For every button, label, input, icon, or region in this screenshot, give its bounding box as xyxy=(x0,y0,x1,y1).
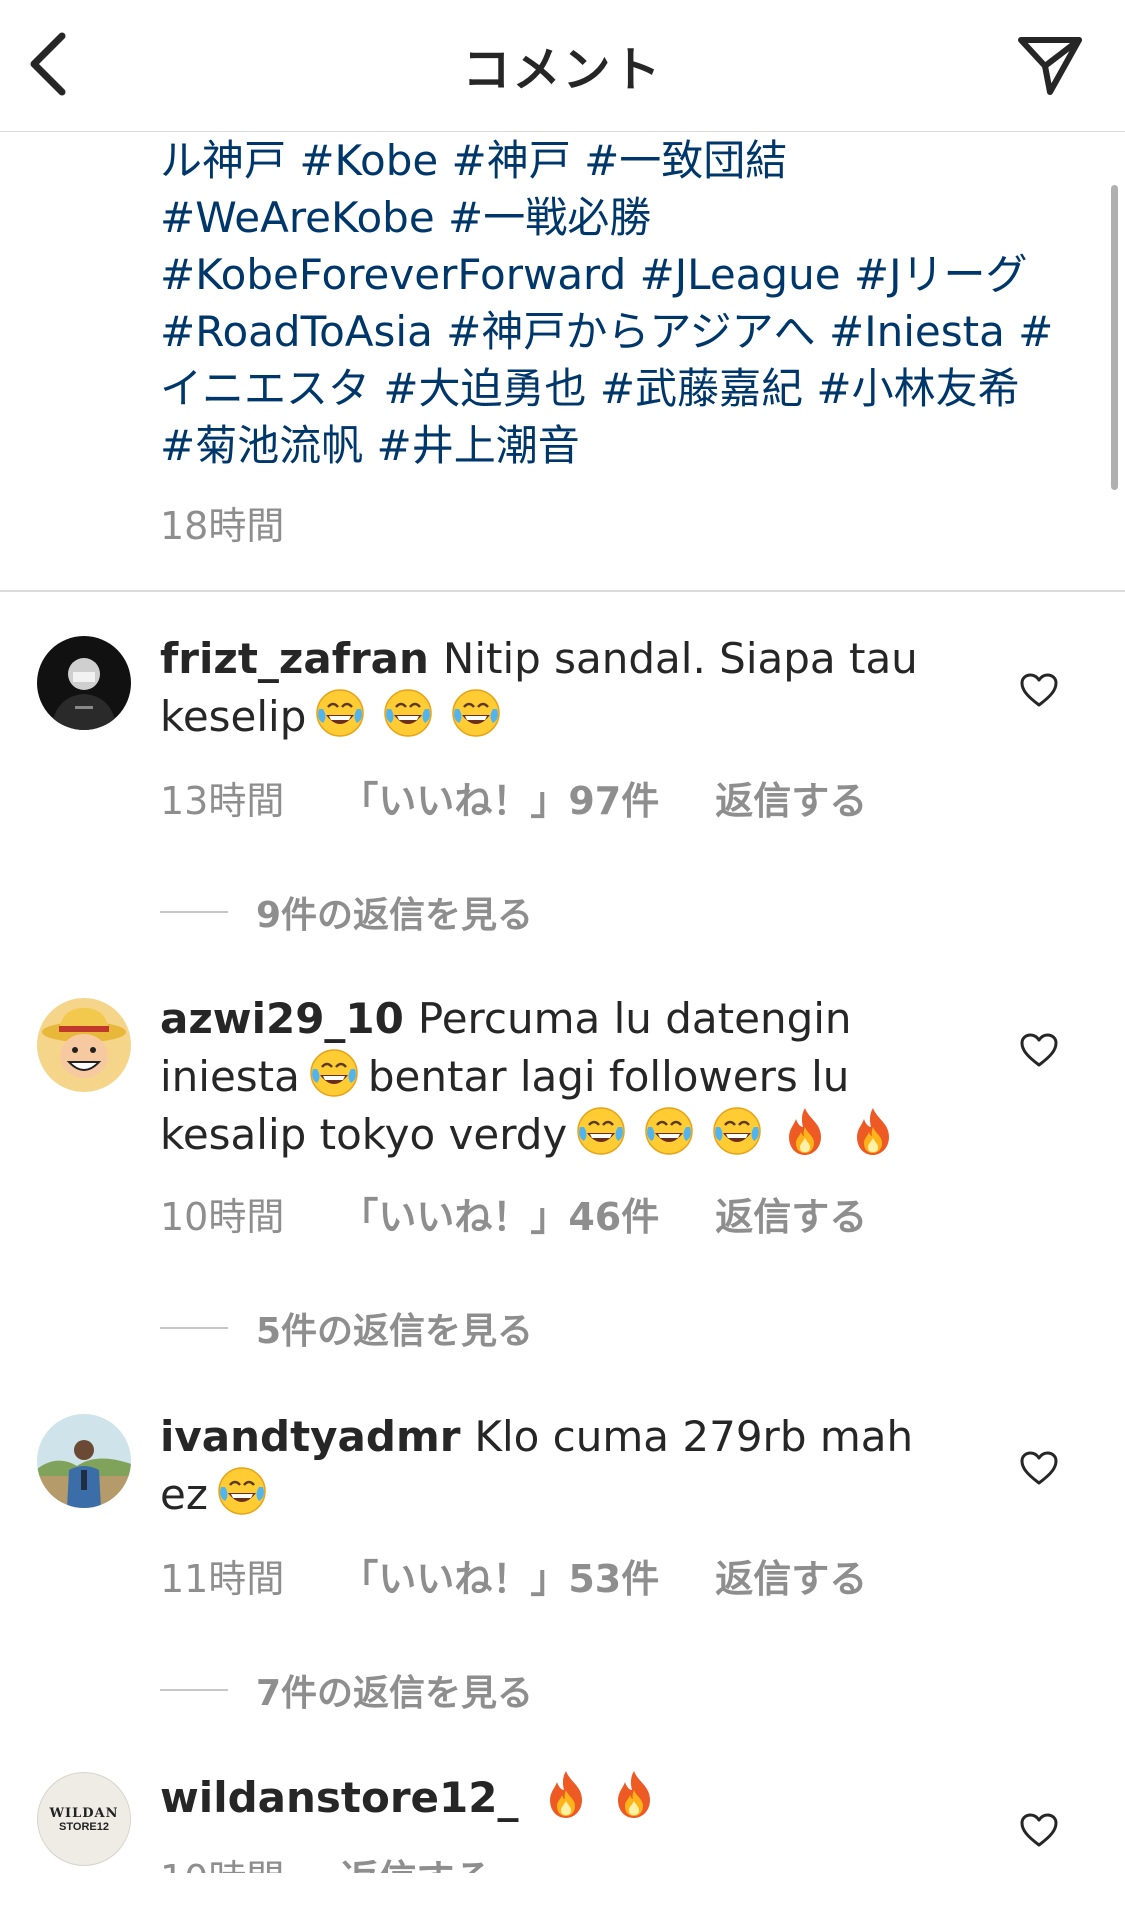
heart-icon xyxy=(1020,1813,1058,1847)
avatar[interactable] xyxy=(37,998,131,1092)
comment-body: Nitip sandal. Siapa tau xyxy=(442,634,918,683)
laughing-emoji-icon xyxy=(711,1105,763,1157)
avatar[interactable] xyxy=(37,636,131,730)
comment-body: keselip xyxy=(160,692,307,741)
comment-item: WILDAN STORE12 wildanstore12_ 10時間 返信する xyxy=(0,1768,1125,1873)
comment-username[interactable]: frizt_zafran xyxy=(160,634,429,683)
view-replies-button[interactable]: 7件の返信を見る xyxy=(160,1664,533,1716)
comment-username[interactable]: wildanstore12_ xyxy=(160,1773,518,1822)
divider-dash xyxy=(160,1327,228,1329)
comment-body: bentar lagi followers lu xyxy=(367,1052,850,1101)
view-replies-button[interactable]: 9件の返信を見る xyxy=(160,886,533,938)
comment-meta: 13時間 「いいね！」97件 返信する xyxy=(160,770,923,825)
laughing-emoji-icon xyxy=(314,687,366,739)
laughing-emoji-icon xyxy=(308,1047,360,1099)
send-button[interactable] xyxy=(1015,32,1085,98)
comment-body: Klo cuma 279rb mah xyxy=(474,1412,914,1461)
like-button[interactable] xyxy=(1019,1812,1059,1848)
caption-line[interactable]: ル神戸 #Kobe #神戸 #一致団結 xyxy=(160,132,1090,189)
laughing-emoji-icon xyxy=(643,1105,695,1157)
caption-line[interactable]: #WeAreKobe #一戦必勝 xyxy=(160,189,1090,246)
reply-button[interactable]: 返信する xyxy=(715,1186,867,1241)
comment-meta: 10時間 「いいね！」46件 返信する xyxy=(160,1186,923,1241)
comment-text: ivandtyadmr Klo cuma 279rb mah ez xyxy=(160,1408,960,1523)
reply-button[interactable]: 返信する xyxy=(340,1848,492,1873)
comment-body: kesalip tokyo verdy xyxy=(160,1110,568,1159)
caption-line[interactable]: #菊池流帆 #井上潮音 xyxy=(160,417,1090,474)
divider-dash xyxy=(160,1689,228,1691)
comment-body: Percuma lu datengin xyxy=(417,994,852,1043)
heart-icon xyxy=(1020,673,1058,707)
heart-icon xyxy=(1020,1033,1058,1067)
laughing-emoji-icon xyxy=(216,1465,268,1517)
paper-plane-icon xyxy=(1018,37,1082,95)
comment-text: azwi29_10 Percuma lu datengin iniesta bent… xyxy=(160,990,960,1163)
page-title: コメント xyxy=(462,42,663,98)
scrollbar[interactable] xyxy=(1111,185,1118,490)
divider xyxy=(0,590,1125,592)
top-bar: コメント xyxy=(0,0,1125,132)
fire-emoji-icon xyxy=(540,1768,592,1820)
comment-text: frizt_zafran Nitip sandal. Siapa tau kese… xyxy=(160,630,960,745)
comment-body: ez xyxy=(160,1470,208,1519)
comment-timestamp: 10時間 xyxy=(160,1195,285,1239)
post-caption: ル神戸 #Kobe #神戸 #一致団結 #WeAreKobe #一戦必勝 #Ko… xyxy=(160,132,1090,474)
laughing-emoji-icon xyxy=(575,1105,627,1157)
view-replies-label: 9件の返信を見る xyxy=(256,895,534,936)
caption-timestamp: 18時間 xyxy=(160,504,285,548)
laughing-emoji-icon xyxy=(450,687,502,739)
comment-timestamp: 11時間 xyxy=(160,1557,285,1601)
fire-emoji-icon xyxy=(779,1105,831,1157)
likes-count[interactable]: 「いいね！」97件 xyxy=(340,770,659,825)
avatar[interactable] xyxy=(37,1414,131,1508)
reply-button[interactable]: 返信する xyxy=(715,770,867,825)
view-replies-label: 5件の返信を見る xyxy=(256,1311,534,1352)
likes-count[interactable]: 「いいね！」53件 xyxy=(340,1548,659,1603)
avatar-logo-text: WILDAN xyxy=(49,1805,119,1821)
view-replies-button[interactable]: 5件の返信を見る xyxy=(160,1302,533,1354)
caption-line[interactable]: イニエスタ #大迫勇也 #武藤嘉紀 #小林友希 xyxy=(160,360,1090,417)
comment-timestamp: 10時間 xyxy=(160,1848,284,1873)
comment-text: wildanstore12_ xyxy=(160,1768,960,1826)
comment-meta: 10時間 返信する xyxy=(160,1848,548,1873)
comment-username[interactable]: ivandtyadmr xyxy=(160,1412,460,1461)
caption-line[interactable]: #KobeForeverForward #JLeague #Jリーグ xyxy=(160,246,1090,303)
fire-emoji-icon xyxy=(847,1105,899,1157)
like-button[interactable] xyxy=(1019,1450,1059,1486)
like-button[interactable] xyxy=(1019,1032,1059,1068)
comment-timestamp: 13時間 xyxy=(160,779,285,823)
view-replies-label: 7件の返信を見る xyxy=(256,1673,534,1714)
heart-icon xyxy=(1020,1451,1058,1485)
fire-emoji-icon xyxy=(608,1768,660,1820)
laughing-emoji-icon xyxy=(382,687,434,739)
avatar[interactable]: WILDAN STORE12 xyxy=(37,1772,131,1866)
comment-username[interactable]: azwi29_10 xyxy=(160,994,404,1043)
comment-body: iniesta xyxy=(160,1052,300,1101)
divider-dash xyxy=(160,911,228,913)
reply-button[interactable]: 返信する xyxy=(715,1548,867,1603)
like-button[interactable] xyxy=(1019,672,1059,708)
avatar-logo-text: STORE12 xyxy=(59,1820,109,1833)
caption-line[interactable]: #RoadToAsia #神戸からアジアへ #Iniesta # xyxy=(160,303,1090,360)
likes-count[interactable]: 「いいね！」46件 xyxy=(340,1186,659,1241)
comment-meta: 11時間 「いいね！」53件 返信する xyxy=(160,1548,923,1603)
